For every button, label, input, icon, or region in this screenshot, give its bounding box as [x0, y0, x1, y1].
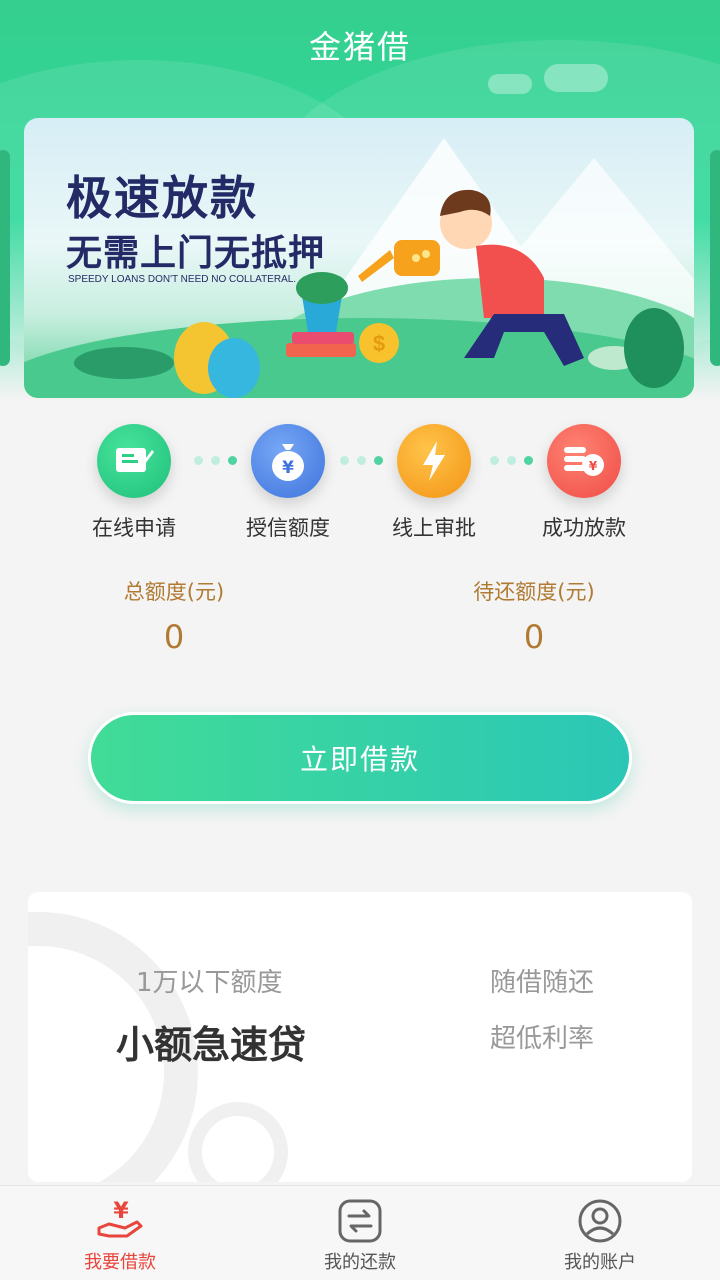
- feature-low-rate: 超低利率: [490, 1024, 595, 1054]
- svg-text:¥: ¥: [589, 459, 598, 473]
- tab-label: 我的还款: [324, 1252, 396, 1273]
- total-credit: 总额度(元) 0: [54, 576, 294, 656]
- step-label: 成功放款: [542, 516, 626, 540]
- account-user-icon: [578, 1199, 622, 1243]
- tab-account[interactable]: 我的账户: [480, 1186, 720, 1280]
- tab-repay[interactable]: 我的还款: [240, 1186, 480, 1280]
- form-icon: [97, 424, 171, 498]
- tab-label: 我要借款: [84, 1252, 156, 1273]
- feature-flexible-repay: 随借随还: [490, 968, 595, 998]
- step-online-apply: 在线申请: [64, 420, 204, 542]
- step-label: 在线申请: [92, 516, 176, 540]
- borrow-now-button[interactable]: 立即借款: [88, 712, 632, 804]
- product-card[interactable]: 1万以下额度 小额急速贷 随借随还 超低利率: [28, 892, 692, 1182]
- step-online-approval: 线上审批: [364, 420, 504, 542]
- alarm-watermark-icon: [188, 1102, 288, 1182]
- coins-icon: ¥: [547, 424, 621, 498]
- step-loan-success: ¥ 成功放款: [514, 420, 654, 542]
- promo-banner[interactable]: 极速放款 无需上门无抵押 SPEEDY LOANS DON'T NEED NO …: [24, 118, 694, 398]
- carousel-prev-peek[interactable]: [0, 150, 10, 366]
- borrow-hand-icon: ¥: [97, 1199, 143, 1238]
- page-title: 金猪借: [308, 28, 411, 66]
- limit-text: 1万以下额度: [136, 968, 283, 998]
- money-bag-icon: ¥: [251, 424, 325, 498]
- product-name: 小额急速贷: [116, 1023, 307, 1067]
- process-steps: 在线申请 ¥ 授信额度 线上审批 ¥ 成功放款: [0, 420, 720, 550]
- svg-text:¥: ¥: [282, 458, 294, 478]
- pending-repayment: 待还额度(元) 0: [414, 576, 654, 656]
- pending-repayment-label: 待还额度(元): [473, 580, 595, 604]
- carousel-next-peek[interactable]: [710, 150, 720, 366]
- lightning-icon: [397, 424, 471, 498]
- tab-borrow[interactable]: ¥ 我要借款: [0, 1186, 240, 1280]
- total-credit-label: 总额度(元): [123, 580, 225, 604]
- total-credit-value: 0: [163, 618, 185, 656]
- bottom-tab-bar: ¥ 我要借款 我的还款 我的账户: [0, 1185, 720, 1280]
- step-label: 授信额度: [246, 516, 330, 540]
- svg-text:¥: ¥: [113, 1199, 129, 1224]
- step-label: 线上审批: [392, 516, 476, 540]
- svg-text:$: $: [373, 331, 385, 356]
- step-credit-limit: ¥ 授信额度: [218, 420, 358, 542]
- repay-exchange-icon: [338, 1199, 382, 1243]
- tab-label: 我的账户: [564, 1252, 636, 1273]
- banner-illustration: $: [74, 189, 684, 398]
- pending-repayment-value: 0: [523, 618, 545, 656]
